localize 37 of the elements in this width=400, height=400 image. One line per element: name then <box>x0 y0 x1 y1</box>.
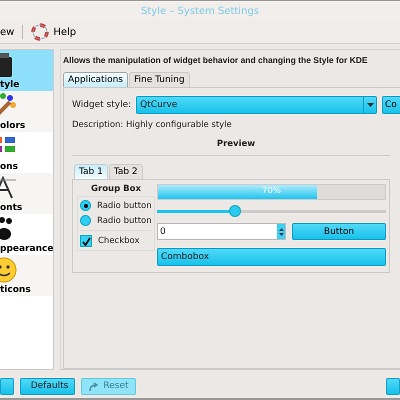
header-text: Allows the manipulation of widget behavior and changing the Style for KDE <box>63 55 369 65</box>
sidebar-item[interactable]: ppearance <box>0 214 53 255</box>
dialog-button[interactable]: Defaults <box>20 378 75 394</box>
dropdown-arrow-icon <box>366 103 374 107</box>
lifebuoy-icon <box>31 23 50 41</box>
radio-label: Radio button <box>97 200 152 210</box>
radio-button[interactable] <box>80 200 91 211</box>
tab[interactable]: Tab 1 <box>74 164 108 179</box>
radio-label: Radio button <box>97 216 152 226</box>
tab[interactable]: Fine Tuning <box>128 72 190 87</box>
description-text: Description: Highly configurable style <box>72 120 233 130</box>
group-box-title: Group Box <box>91 184 141 194</box>
checkbox[interactable] <box>80 235 92 247</box>
radio-button[interactable] <box>80 215 91 226</box>
combobox[interactable]: Combobox <box>157 248 386 266</box>
sidebar-item[interactable]: ticons <box>0 255 53 296</box>
redo-arrow-icon <box>88 380 100 392</box>
style-dropdown[interactable]: QtCurve <box>136 96 377 114</box>
sidebar-item[interactable]: olors <box>0 91 53 132</box>
tab[interactable]: Applications <box>63 72 128 87</box>
dialog-button[interactable] <box>386 378 400 394</box>
tab[interactable]: Tab 2 <box>108 164 143 179</box>
sidebar-item[interactable]: onts <box>0 173 53 214</box>
spin-box[interactable]: 0 <box>157 223 286 240</box>
progress-text: 70% <box>261 186 282 196</box>
checkbox-label: Checkbox <box>98 236 140 246</box>
toolbar-button[interactable]: Help <box>29 22 78 42</box>
preview-title: Preview <box>216 139 256 149</box>
slider-handle[interactable] <box>228 205 241 217</box>
dialog-button[interactable] <box>0 378 14 394</box>
field-label: Widget style: <box>72 100 132 110</box>
sidebar-item[interactable]: tyle <box>0 50 53 91</box>
window-title: Style – System Settings <box>141 6 259 16</box>
toolbar-button[interactable]: ew <box>0 22 16 42</box>
spin-arrows-icon <box>278 226 284 236</box>
configure-button[interactable]: Co <box>382 96 400 114</box>
preview-button[interactable]: Button <box>292 223 386 240</box>
